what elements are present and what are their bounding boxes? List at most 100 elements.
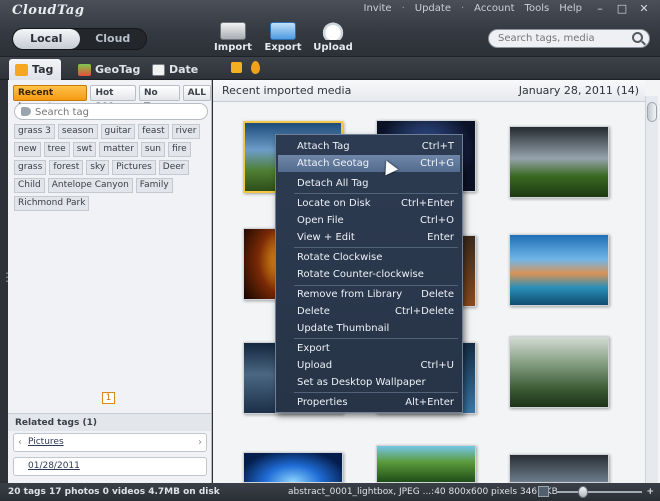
menu-invite[interactable]: Invite <box>364 3 392 14</box>
tag-chip[interactable]: new <box>14 142 41 157</box>
maximize-button[interactable]: □ <box>612 1 632 17</box>
tag-icon <box>15 63 28 76</box>
tag-chip[interactable]: grass 3 <box>14 124 55 139</box>
chevron-left-icon[interactable]: ‹ <box>18 434 22 451</box>
menu-item-shortcut: Enter <box>427 232 454 243</box>
menu-item-label: Locate on Disk <box>297 198 371 209</box>
tab-tag[interactable]: Tag <box>9 59 62 80</box>
menu-item-label: Set as Desktop Wallpaper <box>297 377 426 388</box>
zoom-in-icon[interactable]: + <box>646 483 654 501</box>
media-thumbnail[interactable] <box>376 445 476 483</box>
media-thumbnail[interactable] <box>509 336 609 408</box>
menu-help[interactable]: Help <box>559 3 582 14</box>
tag-cloud: grass 3 season guitar feast river new tr… <box>14 124 208 211</box>
tag-chip[interactable]: Pictures <box>112 160 156 175</box>
related-tags-title: Related tags (1) <box>8 413 211 431</box>
menu-item-shortcut: Ctrl+G <box>420 158 454 169</box>
menu-remove-from-library[interactable]: Remove from Library Delete <box>278 286 460 303</box>
filter-hot-200[interactable]: Hot 200 <box>90 85 136 112</box>
filter-no-tag[interactable]: No Tag <box>139 85 180 112</box>
search-icon[interactable] <box>632 32 643 43</box>
menu-separator <box>294 247 458 248</box>
media-thumbnail[interactable] <box>509 454 609 483</box>
tag-chip[interactable]: Child <box>14 178 45 193</box>
tag-chip[interactable]: grass <box>14 160 47 175</box>
upload-button[interactable]: Upload <box>312 22 354 53</box>
chevron-right-icon[interactable]: › <box>198 434 202 451</box>
media-thumbnail[interactable] <box>243 452 343 483</box>
cloud-toggle[interactable]: Cloud <box>80 29 147 49</box>
page-number[interactable]: 1 <box>102 392 115 404</box>
tag-chip[interactable]: Richmond Park <box>14 196 90 211</box>
menu-item-shortcut: Ctrl+U <box>420 360 455 371</box>
menu-item-shortcut: Alt+Enter <box>405 397 454 408</box>
zoom-slider-knob[interactable] <box>578 486 588 498</box>
export-button[interactable]: Export <box>262 22 304 53</box>
menu-rotate-clockwise[interactable]: Rotate Clockwise <box>278 249 460 266</box>
import-button[interactable]: Import <box>212 22 254 53</box>
tab-bar: Tag GeoTag Date <box>0 57 660 80</box>
tag-chip[interactable]: Family <box>135 178 173 193</box>
tag-chip[interactable]: guitar <box>100 124 136 139</box>
menu-rotate-counter-clockwise[interactable]: Rotate Counter-clockwise <box>278 266 460 283</box>
tag-chip[interactable]: sky <box>86 160 110 175</box>
menu-attach-tag[interactable]: Attach Tag Ctrl+T <box>278 138 460 155</box>
menu-update-thumbnail[interactable]: Update Thumbnail <box>278 320 460 337</box>
related-tag-link[interactable]: Pictures <box>28 437 64 447</box>
geotag-pin-icon[interactable] <box>251 61 260 74</box>
tag-search-box <box>14 103 208 120</box>
menu-item-label: Open File <box>297 215 344 226</box>
filter-recent-import[interactable]: Recent Import <box>13 85 88 112</box>
scrollbar-thumb[interactable] <box>647 102 657 122</box>
menu-account[interactable]: Account <box>474 3 514 14</box>
menu-delete[interactable]: Delete Ctrl+Delete <box>278 303 460 320</box>
tag-search-input[interactable] <box>35 105 203 119</box>
tag-chip[interactable]: swt <box>72 142 97 157</box>
media-heading: Recent imported media <box>222 84 352 97</box>
menu-locate-on-disk[interactable]: Locate on Disk Ctrl+Enter <box>278 195 460 212</box>
tag-chip[interactable]: fire <box>168 142 191 157</box>
tab-geotag-label: GeoTag <box>95 62 141 76</box>
tag-chip[interactable]: matter <box>99 142 138 157</box>
menu-update[interactable]: Update <box>415 3 451 14</box>
zoom-slider[interactable] <box>556 486 642 498</box>
tag-chip[interactable]: season <box>57 124 98 139</box>
tab-geotag[interactable]: GeoTag <box>72 59 148 80</box>
menu-item-shortcut: Ctrl+T <box>421 141 454 152</box>
menu-export[interactable]: Export <box>278 340 460 357</box>
tag-chip[interactable]: Antelope Canyon <box>47 178 133 193</box>
menu-upload[interactable]: Upload Ctrl+U <box>278 357 460 374</box>
tag-chip[interactable]: feast <box>138 124 169 139</box>
related-date-link[interactable]: 01/28/2011 <box>28 461 80 471</box>
upload-label: Upload <box>313 42 353 53</box>
tag-chip[interactable]: sun <box>140 142 165 157</box>
left-splitter[interactable] <box>0 80 13 483</box>
tab-date[interactable]: Date <box>146 59 206 80</box>
menu-set-wallpaper[interactable]: Set as Desktop Wallpaper <box>278 374 460 391</box>
filter-all[interactable]: ALL <box>182 85 211 101</box>
tag-chip[interactable]: Deer <box>158 160 189 175</box>
tag-chip[interactable]: river <box>171 124 201 139</box>
minimize-button[interactable]: – <box>590 1 610 17</box>
thumbnail-view-icon[interactable] <box>538 486 549 497</box>
window-controls: – □ ✕ <box>590 1 654 17</box>
file-info: abstract_0001_lightbox, JPEG ...:40 800x… <box>288 487 558 497</box>
menu-detach-all-tag[interactable]: Detach All Tag <box>278 175 460 192</box>
menu-tools[interactable]: Tools <box>525 3 550 14</box>
vertical-scrollbar[interactable] <box>645 96 658 483</box>
menu-item-label: Upload <box>297 360 333 371</box>
tag-chip[interactable]: tree <box>43 142 70 157</box>
menu-item-label: View + Edit <box>297 232 355 243</box>
local-toggle[interactable]: Local <box>13 29 80 49</box>
menu-attach-geotag[interactable]: Attach Geotag Ctrl+G <box>278 155 460 172</box>
tag-add-icon[interactable] <box>231 62 242 73</box>
menu-item-label: Delete <box>297 306 330 317</box>
media-thumbnail[interactable] <box>509 234 609 306</box>
search-input[interactable] <box>489 30 624 47</box>
media-thumbnail[interactable] <box>509 126 609 198</box>
menu-view-edit[interactable]: View + Edit Enter <box>278 229 460 246</box>
close-button[interactable]: ✕ <box>634 1 654 17</box>
tag-chip[interactable]: forest <box>49 160 84 175</box>
menu-properties[interactable]: Properties Alt+Enter <box>278 394 460 411</box>
menu-open-file[interactable]: Open File Ctrl+O <box>278 212 460 229</box>
